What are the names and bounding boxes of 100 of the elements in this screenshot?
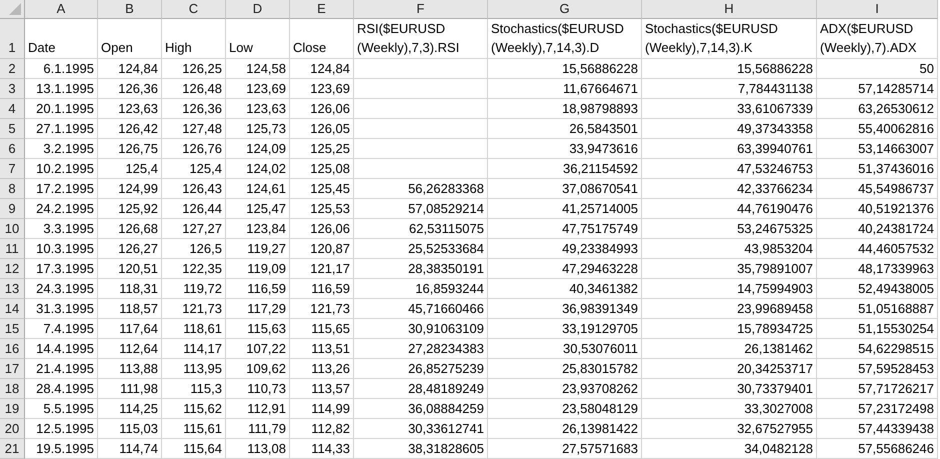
table-cell: 34,0482128 <box>642 439 817 459</box>
table-cell: 16,8593244 <box>354 279 488 299</box>
table-cell: 63,26530612 <box>817 99 938 119</box>
table-cell: 36,21154592 <box>488 159 642 179</box>
table-cell: 30,73379401 <box>642 379 817 399</box>
table-cell: 57,44339438 <box>817 419 938 439</box>
table-cell: 15,56886228 <box>488 59 642 79</box>
column-header[interactable]: F <box>354 0 488 19</box>
table-cell: 24.3.1995 <box>25 279 98 299</box>
table-cell: 126,06 <box>290 99 354 119</box>
table-cell: 123,63 <box>98 99 162 119</box>
row-header[interactable]: 19 <box>0 399 25 419</box>
table-cell: 25,52533684 <box>354 239 488 259</box>
table-cell: 30,33612741 <box>354 419 488 439</box>
table-cell: 114,99 <box>290 399 354 419</box>
table-cell: 114,25 <box>98 399 162 419</box>
table-cell: 33,3027008 <box>642 399 817 419</box>
table-cell: 11,67664671 <box>488 79 642 99</box>
table-cell: 121,17 <box>290 259 354 279</box>
row-header[interactable]: 17 <box>0 359 25 379</box>
row-header[interactable]: 21 <box>0 439 25 459</box>
row-header[interactable]: 9 <box>0 199 25 219</box>
table-cell: 115,62 <box>162 399 226 419</box>
column-header[interactable]: E <box>290 0 354 19</box>
table-cell: 126,43 <box>162 179 226 199</box>
table-cell: 119,09 <box>226 259 290 279</box>
table-cell: 32,67527955 <box>642 419 817 439</box>
column-header[interactable]: I <box>817 0 938 19</box>
table-cell: 33,61067339 <box>642 99 817 119</box>
row-header[interactable]: 7 <box>0 159 25 179</box>
table-cell: 57,08529214 <box>354 199 488 219</box>
row-header[interactable]: 16 <box>0 339 25 359</box>
column-header[interactable]: C <box>162 0 226 19</box>
table-cell: 42,33766234 <box>642 179 817 199</box>
table-cell: 124,02 <box>226 159 290 179</box>
table-cell: 114,74 <box>98 439 162 459</box>
row-header[interactable]: 20 <box>0 419 25 439</box>
table-cell: 115,03 <box>98 419 162 439</box>
row-header[interactable]: 15 <box>0 319 25 339</box>
table-cell: 49,37343358 <box>642 119 817 139</box>
row-header[interactable]: 1 <box>0 19 25 59</box>
row-header[interactable]: 5 <box>0 119 25 139</box>
table-cell: 14.4.1995 <box>25 339 98 359</box>
table-cell: 123,69 <box>226 79 290 99</box>
column-header[interactable]: B <box>98 0 162 19</box>
table-cell: 57,14285714 <box>817 79 938 99</box>
table-cell: 41,25714005 <box>488 199 642 219</box>
table-cell: Date <box>25 19 98 59</box>
table-cell: 115,65 <box>290 319 354 339</box>
table-cell: 114,33 <box>290 439 354 459</box>
table-cell: 113,88 <box>98 359 162 379</box>
table-cell: 23,99689458 <box>642 299 817 319</box>
table-cell: 114,17 <box>162 339 226 359</box>
table-cell: 111,98 <box>98 379 162 399</box>
row-header[interactable]: 6 <box>0 139 25 159</box>
table-cell: 110,73 <box>226 379 290 399</box>
table-cell: Close <box>290 19 354 59</box>
table-cell: High <box>162 19 226 59</box>
table-cell: 43,9853204 <box>642 239 817 259</box>
row-header[interactable]: 8 <box>0 179 25 199</box>
row-header[interactable]: 13 <box>0 279 25 299</box>
row-header[interactable]: 4 <box>0 99 25 119</box>
row-header[interactable]: 10 <box>0 219 25 239</box>
table-cell: 47,29463228 <box>488 259 642 279</box>
table-cell: 49,23384993 <box>488 239 642 259</box>
table-cell: 27,57571683 <box>488 439 642 459</box>
table-cell: 21.4.1995 <box>25 359 98 379</box>
table-cell: 45,71660466 <box>354 299 488 319</box>
table-cell: 126,75 <box>98 139 162 159</box>
table-cell: 17.3.1995 <box>25 259 98 279</box>
row-header[interactable]: 2 <box>0 59 25 79</box>
row-header[interactable]: 3 <box>0 79 25 99</box>
table-cell: 125,53 <box>290 199 354 219</box>
table-cell: 5.5.1995 <box>25 399 98 419</box>
column-header[interactable]: A <box>25 0 98 19</box>
table-cell: 33,9473616 <box>488 139 642 159</box>
table-cell: 10.3.1995 <box>25 239 98 259</box>
column-header[interactable]: D <box>226 0 290 19</box>
row-header[interactable]: 12 <box>0 259 25 279</box>
table-cell: 127,27 <box>162 219 226 239</box>
table-cell: 18,98798893 <box>488 99 642 119</box>
column-header[interactable]: G <box>488 0 642 19</box>
table-cell: 7.4.1995 <box>25 319 98 339</box>
table-cell: 109,62 <box>226 359 290 379</box>
table-cell: 26,1381462 <box>642 339 817 359</box>
table-cell: 15,78934725 <box>642 319 817 339</box>
table-cell: 51,05168887 <box>817 299 938 319</box>
row-header[interactable]: 11 <box>0 239 25 259</box>
table-cell: Open <box>98 19 162 59</box>
table-cell: 20.1.1995 <box>25 99 98 119</box>
row-header[interactable]: 18 <box>0 379 25 399</box>
column-header[interactable]: H <box>642 0 817 19</box>
table-cell: 7,784431138 <box>642 79 817 99</box>
table-cell: 50 <box>817 59 938 79</box>
table-cell: 63,39940761 <box>642 139 817 159</box>
table-cell: 111,79 <box>226 419 290 439</box>
table-cell: 119,72 <box>162 279 226 299</box>
table-cell: 26,85275239 <box>354 359 488 379</box>
table-cell: 57,59528453 <box>817 359 938 379</box>
row-header[interactable]: 14 <box>0 299 25 319</box>
